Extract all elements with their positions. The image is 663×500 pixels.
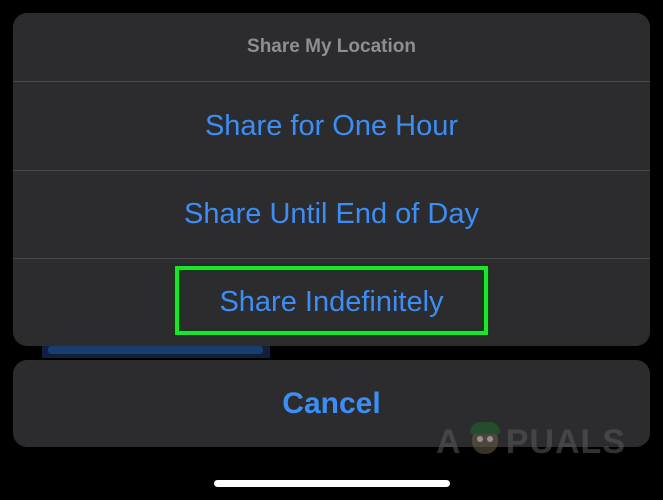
share-until-end-of-day-label: Share Until End of Day <box>184 198 479 230</box>
cancel-label: Cancel <box>282 386 381 420</box>
watermark-text-right: PUALS <box>505 422 626 461</box>
home-indicator[interactable] <box>214 480 450 487</box>
appuals-watermark: A PUALS <box>436 420 626 464</box>
watermark-text-left: A <box>436 422 462 461</box>
share-one-hour-button[interactable]: Share for One Hour <box>13 81 650 170</box>
action-sheet-title: Share My Location <box>247 36 416 57</box>
share-indefinitely-button[interactable]: Share Indefinitely <box>13 258 650 346</box>
share-until-end-of-day-button[interactable]: Share Until End of Day <box>13 170 650 258</box>
share-one-hour-label: Share for One Hour <box>204 109 459 142</box>
share-location-screen: Share My Location Share for One Hour Sha… <box>0 0 663 500</box>
share-indefinitely-label: Share Indefinitely <box>219 286 444 318</box>
blurred-background-text <box>48 346 263 354</box>
share-location-action-sheet: Share My Location Share for One Hour Sha… <box>13 13 650 346</box>
appuals-mascot-icon <box>466 422 502 462</box>
